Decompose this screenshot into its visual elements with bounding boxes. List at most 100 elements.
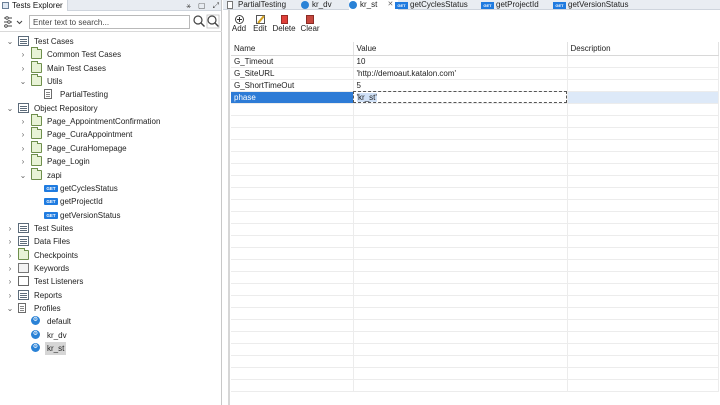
value-editor[interactable]: 'kr_st' xyxy=(356,92,377,102)
tree-item-utils[interactable]: ⌄ Utils xyxy=(0,74,222,88)
table-cell-description[interactable] xyxy=(567,55,719,68)
table-cell-description[interactable] xyxy=(567,115,719,128)
table-cell-description[interactable] xyxy=(567,235,719,248)
table-cell-name[interactable] xyxy=(231,139,354,152)
table-cell-name[interactable] xyxy=(231,151,354,164)
table-row[interactable]: G_Timeout 10 xyxy=(231,55,719,68)
chevron-right-icon[interactable]: › xyxy=(19,115,27,128)
table-row[interactable] xyxy=(231,355,719,368)
tree-item-main-test-cases[interactable]: › Main Test Cases xyxy=(0,60,222,75)
editor-tab-partialtesting[interactable]: PartialTesting xyxy=(227,0,302,10)
table-cell-name[interactable] xyxy=(231,295,354,308)
tree-item-default[interactable]: ⚙ default xyxy=(0,315,222,328)
tree-item-reports[interactable]: › Reports xyxy=(0,289,222,302)
table-cell-description[interactable] xyxy=(567,103,719,116)
chevron-right-icon[interactable]: › xyxy=(19,155,27,168)
table-cell-description[interactable] xyxy=(567,367,719,380)
pin-icon[interactable]: ⚹ xyxy=(186,0,191,11)
table-cell-description[interactable] xyxy=(567,91,719,104)
table-cell-name[interactable] xyxy=(231,259,354,272)
chevron-right-icon[interactable]: › xyxy=(6,289,14,302)
tree-item-getversionstatus[interactable]: GET getVersionStatus xyxy=(0,209,222,222)
clear-button[interactable]: Clear xyxy=(299,13,321,37)
table-cell-description[interactable] xyxy=(567,307,719,320)
table-row[interactable] xyxy=(231,319,719,332)
tree-item-partialtesting[interactable]: PartialTesting xyxy=(0,88,222,101)
table-cell-name[interactable] xyxy=(231,319,354,332)
close-icon[interactable]: ✕ xyxy=(388,0,394,10)
chevron-right-icon[interactable]: › xyxy=(19,62,27,75)
table-cell-value[interactable] xyxy=(353,355,568,368)
table-cell-value[interactable] xyxy=(353,343,568,356)
tree-item-page-appointmentconfirmation[interactable]: › Page_AppointmentConfirmation xyxy=(0,114,222,128)
table-cell-name[interactable] xyxy=(231,355,354,368)
table-cell-description[interactable] xyxy=(567,163,719,176)
table-cell-name[interactable] xyxy=(231,163,354,176)
table-cell-value[interactable] xyxy=(353,247,568,260)
editor-tab-getprojectid[interactable]: GET getProjectId xyxy=(481,0,552,10)
table-cell-name[interactable] xyxy=(231,331,354,344)
tree-item-common-test-cases[interactable]: › Common Test Cases xyxy=(0,47,222,61)
table-cell-value[interactable] xyxy=(353,295,568,308)
table-row[interactable] xyxy=(231,367,719,380)
table-cell-description[interactable] xyxy=(567,79,719,92)
table-cell-value[interactable]: 10 xyxy=(353,55,568,68)
table-row[interactable] xyxy=(231,223,719,236)
table-cell-value[interactable]: 5 xyxy=(353,79,568,92)
table-cell-description[interactable] xyxy=(567,139,719,152)
table-cell-value[interactable] xyxy=(353,235,568,248)
filter-button[interactable] xyxy=(2,15,26,29)
tree-item-object-repository[interactable]: ⌄ Object Repository xyxy=(0,102,222,115)
tree-item-kr-st[interactable]: ⚙ kr_st xyxy=(0,342,222,356)
table-cell-value[interactable] xyxy=(353,139,568,152)
table-row[interactable] xyxy=(231,175,719,188)
table-cell-description[interactable] xyxy=(567,319,719,332)
table-cell-description[interactable] xyxy=(567,127,719,140)
table-cell-description[interactable] xyxy=(567,259,719,272)
table-cell-value[interactable] xyxy=(353,103,568,116)
table-cell-value[interactable] xyxy=(353,115,568,128)
tree-item-page-login[interactable]: › Page_Login xyxy=(0,154,222,168)
table-cell-description[interactable] xyxy=(567,379,719,392)
table-cell-value[interactable] xyxy=(353,199,568,212)
table-cell-description[interactable] xyxy=(567,151,719,164)
table-cell-value[interactable] xyxy=(353,271,568,284)
tree-item-test-listeners[interactable]: › Test Listeners xyxy=(0,275,222,288)
table-row[interactable] xyxy=(231,199,719,212)
column-header-name[interactable]: Name xyxy=(231,42,354,56)
table-row[interactable] xyxy=(231,187,719,200)
chevron-right-icon[interactable]: › xyxy=(6,222,14,235)
tree-item-test-cases[interactable]: ⌄ Test Cases xyxy=(0,35,222,48)
edit-button[interactable]: Edit xyxy=(251,13,269,37)
tree-item-getcyclesstatus[interactable]: GET getCyclesStatus xyxy=(0,182,222,195)
table-cell-description[interactable] xyxy=(567,247,719,260)
editor-tab-getversionstatus[interactable]: GET getVersionStatus xyxy=(553,0,641,10)
table-cell-name[interactable] xyxy=(231,175,354,188)
table-cell-value[interactable] xyxy=(353,127,568,140)
advanced-search-button[interactable] xyxy=(206,14,220,29)
tree-item-page-curahomepage[interactable]: › Page_CuraHomepage xyxy=(0,140,222,155)
chevron-down-icon[interactable]: ⌄ xyxy=(6,302,14,315)
table-cell-name[interactable] xyxy=(231,187,354,200)
table-cell-value[interactable] xyxy=(353,259,568,272)
table-row[interactable] xyxy=(231,307,719,320)
table-cell-name[interactable]: G_SiteURL xyxy=(231,67,354,80)
editor-tab-getcyclesstatus[interactable]: GET getCyclesStatus xyxy=(395,0,479,10)
table-row[interactable]: phase'kr_st' xyxy=(231,91,719,104)
table-cell-value[interactable]: 'kr_st' xyxy=(353,91,568,104)
table-row[interactable] xyxy=(231,151,719,164)
table-cell-description[interactable] xyxy=(567,199,719,212)
table-row[interactable] xyxy=(231,103,719,116)
table-cell-description[interactable] xyxy=(567,175,719,188)
table-cell-name[interactable]: phase xyxy=(231,91,354,104)
tree-item-getprojectid[interactable]: GET getProjectId xyxy=(0,195,222,208)
table-row[interactable] xyxy=(231,271,719,284)
table-cell-value[interactable] xyxy=(353,211,568,224)
tree-item-profiles[interactable]: ⌄ Profiles xyxy=(0,302,222,315)
tree-item-keywords[interactable]: › Keywords xyxy=(0,262,222,275)
table-cell-value[interactable] xyxy=(353,331,568,344)
table-cell-description[interactable] xyxy=(567,223,719,236)
table-cell-name[interactable] xyxy=(231,115,354,128)
table-cell-name[interactable]: G_ShortTimeOut xyxy=(231,79,354,92)
table-row[interactable] xyxy=(231,247,719,260)
